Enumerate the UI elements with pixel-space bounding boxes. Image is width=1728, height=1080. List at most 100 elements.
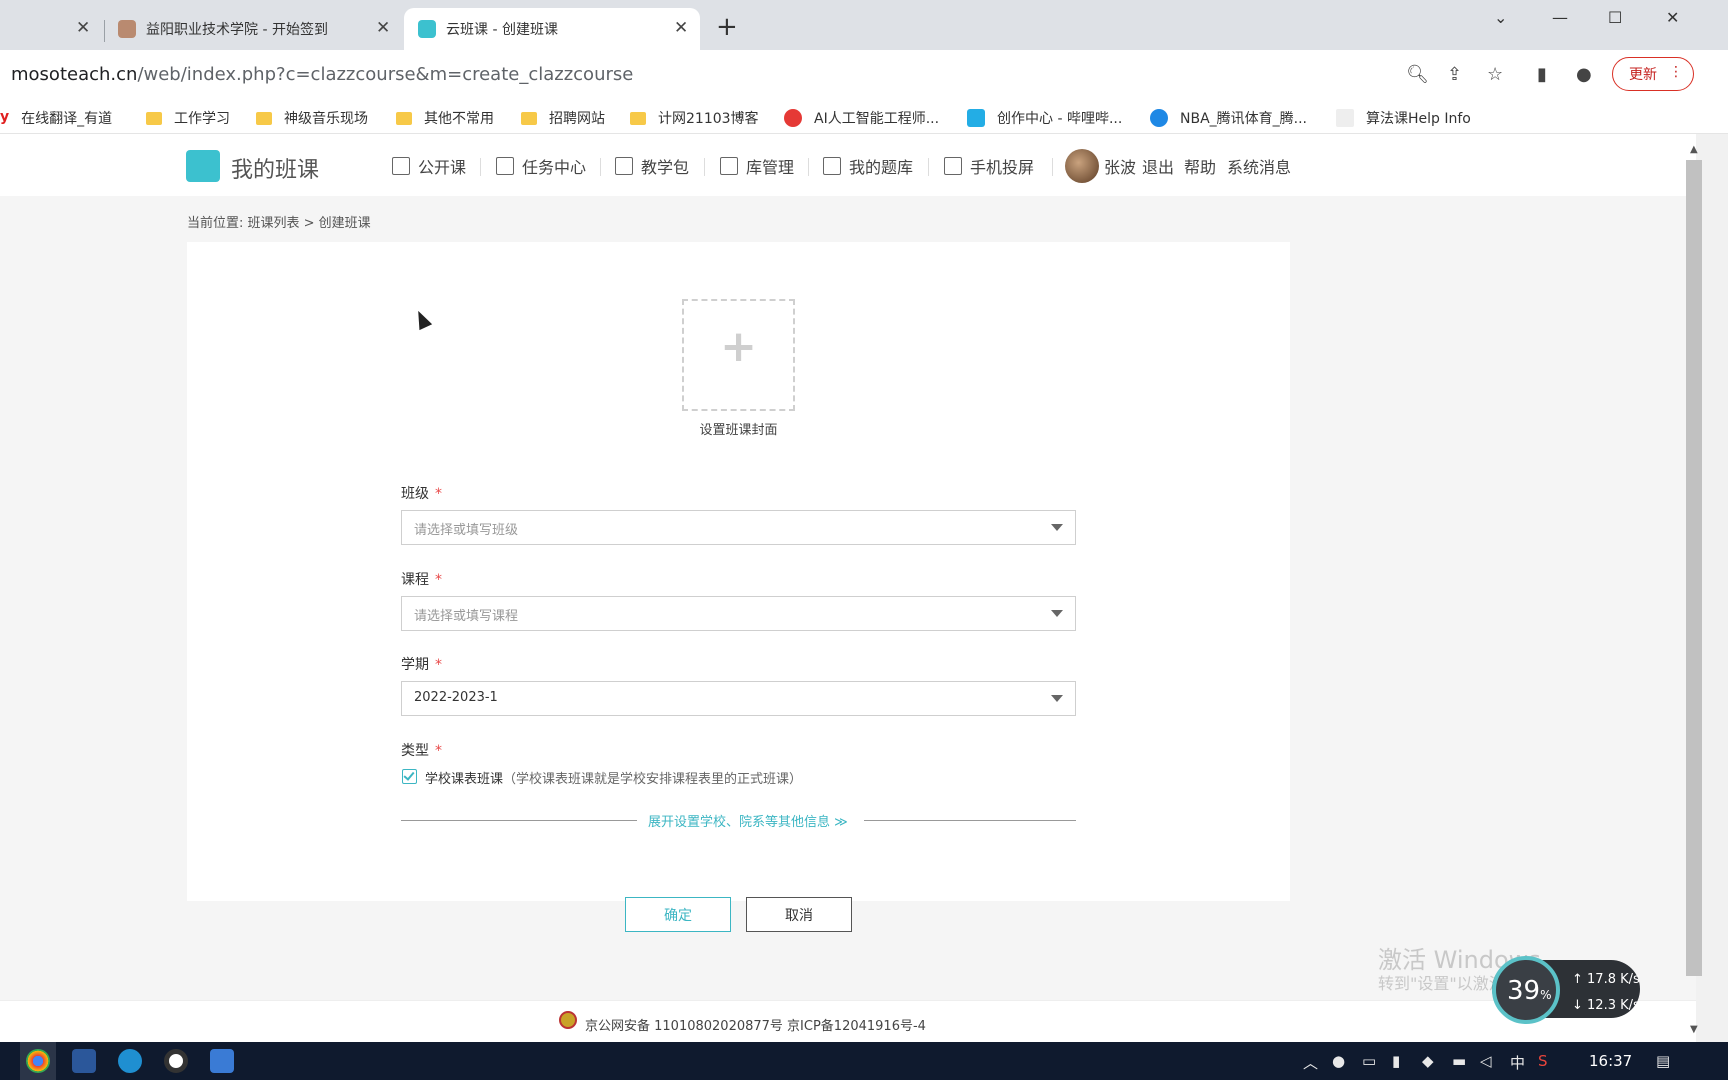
dropdown-arrow-icon[interactable] [1051,695,1063,702]
dropdown-arrow-icon[interactable] [1051,610,1063,617]
cover-label: 设置班课封面 [699,423,778,438]
folder-icon [146,111,162,125]
site-navbar: 我的班课 公开课 任务中心 教学包 库管理 我的题库 手机投屏 张波 退出 帮助… [0,134,1696,196]
school-course-checkbox[interactable] [402,769,417,784]
tab-close-icon[interactable]: ✕ [76,20,90,37]
windows-taskbar: ︿ ● ▭ ▮ ◆ ▬ ◁ 中 S 16:37 ▤ [0,1042,1728,1080]
site-logo-text[interactable]: 我的班课 [231,152,319,184]
folder-icon [396,111,412,125]
microphone-icon[interactable]: ▮ [1392,1052,1400,1070]
minimize-icon[interactable]: — [1552,8,1568,27]
avatar[interactable] [1065,149,1099,183]
nav-task-center[interactable]: 任务中心 [496,154,586,178]
archive-icon [720,157,738,175]
tab-create-course[interactable]: 云班课 - 创建班课 ✕ [404,8,700,50]
nav-library[interactable]: 库管理 [720,154,794,178]
zoom-icon[interactable]: 🔍︎ [1406,64,1429,85]
browser-icon[interactable] [118,1049,142,1073]
class-label: 班级 * [401,486,442,502]
folder-icon [256,111,272,125]
class-select[interactable]: 请选择或填写班级 [401,510,1076,545]
web-page: 我的班课 公开课 任务中心 教学包 库管理 我的题库 手机投屏 张波 退出 帮助… [0,134,1696,1042]
bookmark-folder[interactable]: 招聘网站 [521,108,605,128]
nav-screen-cast[interactable]: 手机投屏 [944,154,1034,178]
cancel-button[interactable]: 取消 [746,897,852,932]
taskbar-clock[interactable]: 16:37 [1589,1052,1632,1070]
bookmark-item[interactable]: 算法课Help Info [1336,108,1471,128]
volume-icon[interactable]: ◁ [1480,1052,1492,1070]
term-label: 学期 * [401,657,442,673]
maximize-icon[interactable]: ☐ [1608,8,1622,27]
layers-icon [823,157,841,175]
cpu-usage-percent: 39% [1507,976,1552,1006]
type-label: 类型 * [401,743,442,759]
nav-teaching-package[interactable]: 教学包 [615,154,689,178]
display-icon[interactable]: ▭ [1362,1052,1376,1070]
scroll-up-icon[interactable]: ▲ [1690,144,1698,155]
security-icon[interactable]: ◆ [1422,1052,1434,1070]
url-field[interactable]: mosoteach.cn/web/index.php?c=clazzcourse… [11,64,633,85]
address-bar: mosoteach.cn/web/index.php?c=clazzcourse… [0,50,1728,102]
page-icon [1336,109,1354,127]
bookmark-item[interactable]: y 在线翻译_有道 [0,108,112,128]
sogou-ime-icon[interactable]: S [1538,1052,1548,1070]
update-button[interactable]: 更新 ⋮ [1612,57,1694,91]
ime-indicator[interactable]: 中 [1510,1052,1525,1073]
side-panel-icon[interactable]: ▮ [1537,64,1547,85]
logout-link[interactable]: 退出 [1142,154,1174,178]
tab-close-icon[interactable]: ✕ [674,20,688,37]
school-favicon-icon [118,20,136,38]
bookmark-folder[interactable]: 计网21103博客 [630,108,759,128]
close-window-icon[interactable]: ✕ [1666,8,1679,27]
qq-icon[interactable]: ● [1332,1052,1345,1070]
photos-icon[interactable] [210,1049,234,1073]
package-icon [615,157,633,175]
help-link[interactable]: 帮助 [1184,154,1216,178]
ai-icon [784,109,802,127]
expand-more-info-link[interactable]: 展开设置学校、院系等其他信息 ≫ [648,811,848,830]
battery-icon[interactable]: ▬ [1452,1052,1466,1070]
user-name[interactable]: 张波 [1104,154,1136,178]
scrollbar-thumb[interactable] [1686,160,1702,976]
cover-upload-box[interactable]: + [682,299,795,411]
cloud-logo-icon[interactable] [186,150,220,182]
course-label: 课程 * [401,572,442,588]
checkmark-icon [403,769,415,781]
tab-close-icon[interactable]: ✕ [376,20,390,37]
recorder-icon[interactable] [164,1049,188,1073]
nav-question-bank[interactable]: 我的题库 [823,154,913,178]
download-speed: ↓ 12.3 K/s [1572,998,1640,1013]
tab-checkin[interactable]: 益阳职业技术学院 - 开始签到 ✕ [110,8,400,50]
share-icon[interactable]: ⇪ [1447,64,1462,85]
tab-pinned[interactable]: ✕ [0,8,100,50]
show-hidden-icons-icon[interactable]: ︿ [1303,1052,1318,1073]
system-messages-link[interactable]: 系统消息 [1227,154,1291,178]
bookmark-folder[interactable]: 工作学习 [146,108,230,128]
dropdown-arrow-icon[interactable] [1051,524,1063,531]
nav-public-course[interactable]: 公开课 [392,154,466,178]
bookmark-item[interactable]: 创作中心 - 哔哩哔... [967,108,1122,128]
bookmark-item[interactable]: NBA_腾讯体育_腾... [1150,108,1307,128]
folder-icon [521,111,537,125]
word-icon[interactable] [72,1049,96,1073]
course-select[interactable]: 请选择或填写课程 [401,596,1076,631]
scroll-down-icon[interactable]: ▼ [1690,1024,1698,1035]
tab-search-icon[interactable]: ⌄ [1494,8,1507,27]
profile-icon[interactable]: ● [1576,64,1592,85]
notification-center-icon[interactable]: ▤ [1656,1052,1670,1070]
bookmark-folder[interactable]: 其他不常用 [396,108,494,128]
mosoteach-favicon-icon [418,20,436,38]
bookmark-star-icon[interactable]: ☆ [1487,64,1503,85]
chrome-icon[interactable] [26,1049,50,1073]
term-select[interactable]: 2022-2023-1 [401,681,1076,716]
more-menu-icon[interactable]: ⋮ [1669,64,1683,80]
bookmark-item[interactable]: AI人工智能工程师... [784,108,939,128]
school-course-label[interactable]: 学校课表班课（学校课表班课就是学校安排课程表里的正式班课） [425,768,802,787]
bookmark-folder[interactable]: 神级音乐现场 [256,108,368,128]
clipboard-icon [496,157,514,175]
new-tab-button[interactable]: + [716,14,738,40]
tab-strip: ✕ 益阳职业技术学院 - 开始签到 ✕ 云班课 - 创建班课 ✕ + ⌄ — ☐… [0,0,1728,50]
page-footer: 京公网安备 11010802020877号 京ICP备12041916号-4 [0,1000,1696,1042]
tencent-icon [1150,109,1168,127]
confirm-button[interactable]: 确定 [625,897,731,932]
